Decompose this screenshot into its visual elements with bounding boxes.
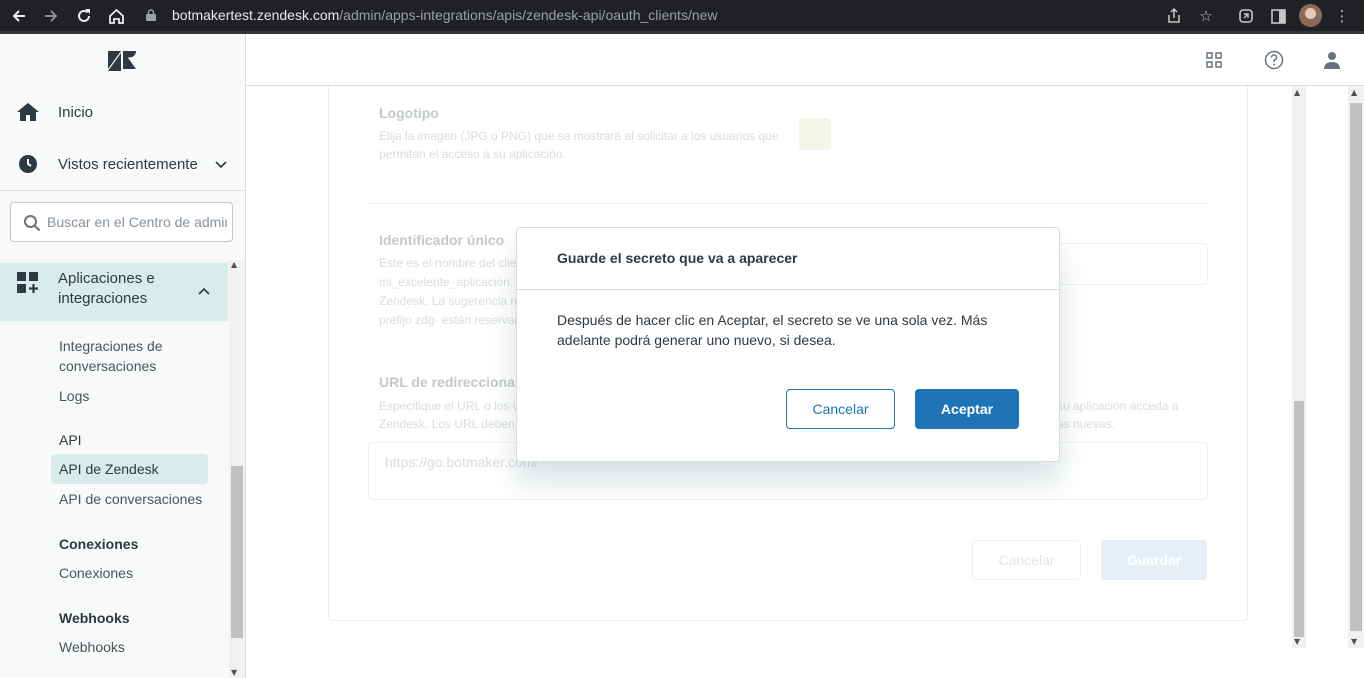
sidebar-subitem-conversation-integrations[interactable]: Integraciones de conversaciones [59, 336, 199, 376]
star-icon[interactable]: ☆ [1194, 4, 1218, 28]
modal-divider [517, 289, 1059, 290]
user-icon[interactable] [1322, 50, 1342, 70]
search-placeholder: Buscar en el Centro de administración [47, 214, 227, 230]
sidebar-item-label: Aplicaciones e integraciones [58, 270, 155, 307]
sidebar-item-label: Vistos recientemente [58, 155, 198, 173]
apps-add-icon [17, 272, 38, 293]
form-save-button[interactable]: Guardar [1101, 540, 1207, 580]
sidebar-item-home[interactable]: Inicio [0, 100, 245, 124]
chevron-up-icon[interactable] [198, 286, 210, 298]
unique-id-help: Zendesk. La sugerencia m... [379, 294, 531, 308]
top-header [246, 34, 1364, 86]
sidebar-group-connections: Conexiones [59, 536, 139, 552]
home-icon [17, 101, 39, 123]
profile-avatar[interactable] [1299, 4, 1322, 27]
sidebar-subitem-webhooks[interactable]: Webhooks [59, 637, 125, 657]
zendesk-logo[interactable] [108, 51, 136, 71]
scroll-down-icon[interactable]: ▼ [1294, 637, 1300, 646]
clock-icon [17, 153, 39, 175]
sidepanel-icon[interactable] [1266, 4, 1290, 28]
logo-field-help: permitan el acceso a su aplicación. [379, 147, 566, 161]
lock-icon [146, 9, 156, 21]
sidebar-item-label: Inicio [58, 103, 94, 121]
scroll-up-icon[interactable]: ▲ [231, 260, 237, 269]
scroll-down-icon[interactable]: ▼ [231, 668, 237, 677]
logo-field-help: Elija la imagen (JPG o PNG) que se mostr… [379, 129, 779, 143]
back-icon[interactable] [7, 4, 31, 28]
unique-id-help: mi_excelente_aplicación. E... [379, 275, 535, 289]
address-bar[interactable]: botmakertest.zendesk.com/admin/apps-inte… [172, 0, 718, 31]
logo-preview[interactable] [799, 118, 831, 150]
redirect-url-help: Especifique el URL o los U... [379, 399, 532, 413]
scroll-up-icon[interactable]: ▲ [1351, 88, 1357, 97]
logo-field-title: Logotipo [379, 105, 439, 121]
modal-body: Después de hacer clic en Aceptar, el sec… [557, 312, 988, 348]
unique-id-input[interactable] [1056, 243, 1208, 285]
content-scrollbar-thumb[interactable] [1294, 401, 1304, 637]
sidebar-subitem-conversations-api[interactable]: API de conversaciones [59, 489, 202, 509]
sidebar-divider [0, 190, 245, 191]
search-icon [24, 215, 41, 232]
menu-icon[interactable]: ⋮ [1330, 4, 1354, 28]
browser-toolbar: botmakertest.zendesk.com/admin/apps-inte… [0, 0, 1364, 31]
form-cancel-button[interactable]: Cancelar [972, 540, 1081, 580]
field-divider [368, 203, 1208, 204]
redirect-url-help: as nuevas. [1057, 417, 1116, 431]
sidebar-subitem-connections[interactable]: Conexiones [59, 563, 133, 583]
modal-cancel-button[interactable]: Cancelar [786, 389, 895, 429]
page-scrollbar-thumb[interactable] [1350, 103, 1362, 631]
modal-accept-button[interactable]: Aceptar [915, 389, 1019, 429]
forward-icon[interactable] [39, 4, 63, 28]
sidebar-item-apps-integrations[interactable]: Aplicaciones e integraciones [0, 263, 228, 321]
help-icon[interactable] [1264, 50, 1284, 70]
unique-id-title: Identificador único [379, 232, 505, 248]
unique-id-help: prefijo zdg- están reservad... [379, 313, 532, 327]
sidebar-item-recent[interactable]: Vistos recientemente [0, 152, 245, 176]
sidebar-subitem-logs[interactable]: Logs [59, 386, 89, 406]
sidebar-scrollbar-thumb[interactable] [231, 466, 243, 638]
sidebar-group-webhooks: Webhooks [59, 610, 130, 626]
chevron-down-icon[interactable] [215, 158, 227, 170]
save-secret-modal: Guarde el secreto que va a aparecer Desp… [516, 227, 1060, 462]
apps-grid-icon[interactable] [1204, 50, 1224, 70]
admin-search-input[interactable]: Buscar en el Centro de administración [10, 202, 233, 242]
home-icon[interactable] [104, 4, 128, 28]
redirect-url-help: Zendesk. Los URL deben s... [379, 417, 534, 431]
modal-title: Guarde el secreto que va a aparecer [557, 250, 798, 266]
extension-icon[interactable] [1234, 4, 1258, 28]
scroll-up-icon[interactable]: ▲ [1294, 88, 1300, 97]
share-icon[interactable] [1162, 4, 1186, 28]
sidebar-subitem-zendesk-api[interactable]: API de Zendesk [59, 459, 159, 479]
scroll-down-icon[interactable]: ▼ [1351, 637, 1357, 646]
sidebar: Inicio Vistos recientemente Buscar en el… [0, 34, 246, 678]
redirect-url-help: su aplicación acceda a [1057, 399, 1179, 413]
reload-icon[interactable] [72, 4, 96, 28]
sidebar-group-api: API [59, 432, 82, 448]
